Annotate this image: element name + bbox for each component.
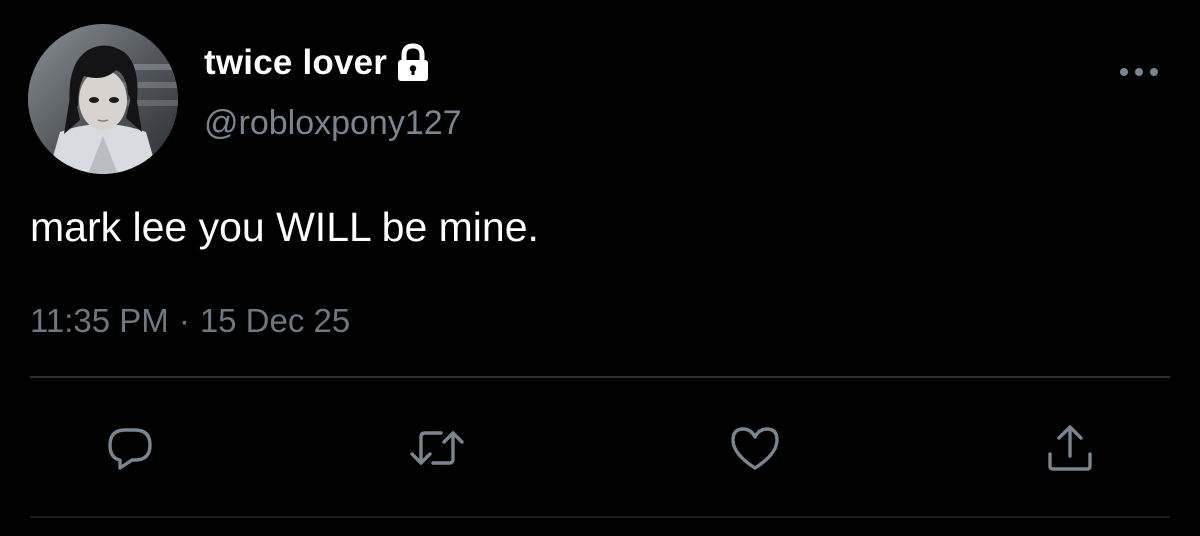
- user-handle[interactable]: @robloxpony127: [204, 104, 462, 143]
- more-horizontal-icon[interactable]: [1118, 62, 1160, 82]
- avatar[interactable]: [28, 24, 178, 174]
- share-button[interactable]: [1042, 420, 1098, 476]
- tweet-timestamp[interactable]: 11:35 PM · 15 Dec 25: [30, 302, 350, 340]
- bottom-divider: [30, 516, 1170, 518]
- tweet-detail: twice lover @robloxpony127 mark lee you …: [0, 0, 1200, 536]
- display-name[interactable]: twice lover: [204, 43, 387, 83]
- like-button[interactable]: [727, 420, 783, 476]
- tweet-text: mark lee you WILL be mine.: [30, 204, 539, 250]
- retweet-icon: [410, 431, 464, 465]
- lock-icon: [395, 43, 431, 83]
- reply-button[interactable]: [102, 420, 158, 476]
- display-name-row[interactable]: twice lover: [204, 40, 431, 86]
- timestamp-separator: ·: [178, 302, 190, 339]
- tweet-time: 11:35 PM: [30, 302, 169, 339]
- tweet-date: 15 Dec 25: [199, 302, 351, 339]
- action-bar: [0, 420, 1200, 476]
- retweet-button[interactable]: [409, 420, 465, 476]
- share-icon: [1048, 425, 1092, 471]
- heart-icon: [731, 427, 779, 470]
- avatar-image: [28, 24, 178, 174]
- reply-icon: [108, 428, 152, 470]
- divider: [30, 376, 1170, 378]
